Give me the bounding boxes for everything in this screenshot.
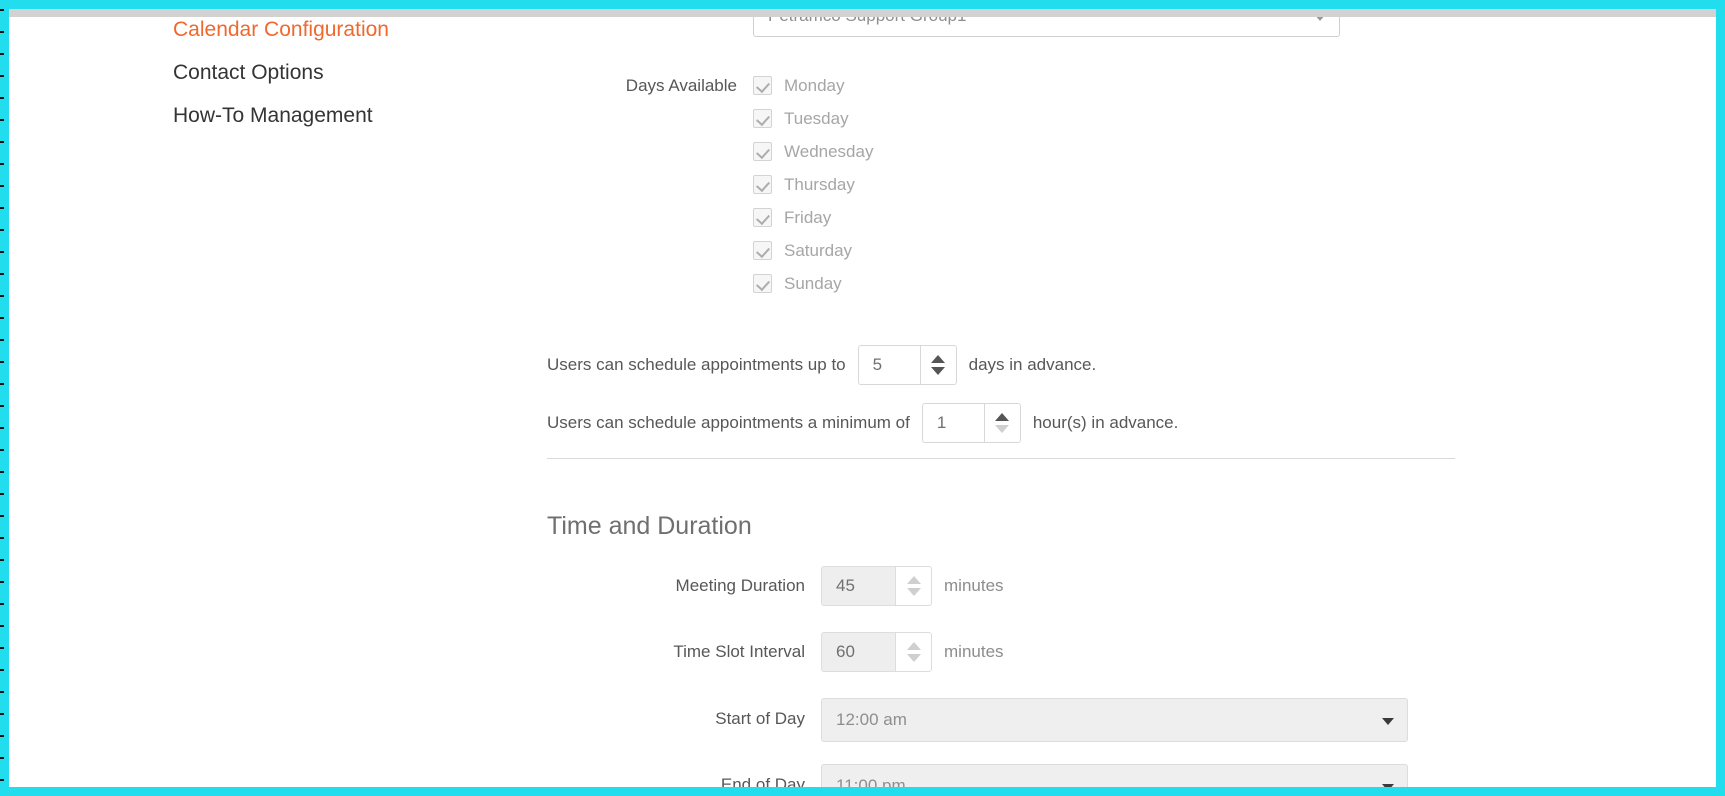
checkbox-label-sunday: Sunday	[784, 273, 842, 293]
minimum-hours-stepper-buttons[interactable]	[983, 403, 1021, 443]
time-slot-interval-input[interactable]: 60	[821, 632, 895, 672]
end-of-day-select[interactable]: 11:00 pm	[821, 764, 1408, 787]
checkbox-tuesday[interactable]	[753, 109, 772, 128]
stepper-down-icon	[995, 425, 1010, 433]
checkbox-row-friday[interactable]: Friday	[753, 201, 873, 234]
stepper-up-icon[interactable]	[906, 576, 921, 584]
meeting-duration-stepper[interactable]: 45	[821, 566, 932, 606]
capture-frame-top	[0, 0, 1725, 9]
days-available-checkbox-group: Monday Tuesday Wednesday Thursday Friday…	[753, 69, 873, 300]
time-slot-interval-unit: minutes	[944, 642, 1004, 661]
stepper-up-icon[interactable]	[906, 642, 921, 650]
checkbox-row-thursday[interactable]: Thursday	[753, 168, 873, 201]
meeting-duration-input[interactable]: 45	[821, 566, 895, 606]
checkbox-row-saturday[interactable]: Saturday	[753, 234, 873, 267]
advance-days-prefix: Users can schedule appointments up to	[547, 355, 846, 374]
checkbox-thursday[interactable]	[753, 175, 772, 194]
checkbox-monday[interactable]	[753, 76, 772, 95]
advance-days-input[interactable]: 5	[857, 345, 920, 385]
screenshot-root: Calendar Configuration Contact Options H…	[0, 0, 1725, 796]
advance-days-stepper[interactable]: 5	[857, 345, 957, 385]
checkbox-row-monday[interactable]: Monday	[753, 69, 873, 102]
advance-days-suffix: days in advance.	[968, 355, 1097, 374]
advance-days-stepper-buttons[interactable]	[919, 345, 957, 385]
checkbox-row-sunday[interactable]: Sunday	[753, 267, 873, 300]
chevron-down-icon	[1314, 17, 1326, 21]
field-end-of-day: End of Day 11:00 pm	[9, 764, 1408, 787]
checkbox-label-tuesday: Tuesday	[784, 108, 849, 128]
top-gray-bar	[9, 9, 1716, 17]
field-minimum-hours: Users can schedule appointments a minimu…	[547, 403, 1178, 443]
field-time-slot-interval: Time Slot Interval 60 minutes	[9, 632, 1004, 672]
field-start-of-day: Start of Day 12:00 am	[9, 698, 1408, 742]
stepper-up-icon[interactable]	[995, 413, 1010, 421]
assigned-group-select[interactable]: Petramco Support Group1	[753, 17, 1340, 37]
meeting-duration-unit: minutes	[944, 576, 1004, 595]
section-divider	[547, 458, 1455, 459]
start-of-day-label: Start of Day	[715, 709, 805, 728]
end-of-day-label: End of Day	[720, 775, 805, 787]
end-of-day-value: 11:00 pm	[836, 776, 906, 787]
section-title-time-and-duration: Time and Duration	[547, 512, 752, 540]
stepper-down-icon[interactable]	[931, 367, 946, 375]
stepper-down-icon[interactable]	[906, 654, 921, 662]
stepper-down-icon[interactable]	[906, 588, 921, 596]
start-of-day-select[interactable]: 12:00 am	[821, 698, 1408, 742]
time-slot-interval-stepper-buttons[interactable]	[895, 632, 932, 672]
capture-frame-right	[1716, 0, 1725, 796]
time-slot-interval-label: Time Slot Interval	[673, 642, 805, 661]
assigned-group-value: Petramco Support Group1	[768, 17, 966, 26]
checkbox-sunday[interactable]	[753, 274, 772, 293]
minimum-hours-input[interactable]: 1	[921, 403, 984, 443]
minimum-hours-stepper[interactable]: 1	[921, 403, 1021, 443]
checkbox-saturday[interactable]	[753, 241, 772, 260]
field-meeting-duration: Meeting Duration 45 minutes	[9, 566, 1004, 606]
minimum-hours-prefix: Users can schedule appointments a minimu…	[547, 413, 910, 432]
minimum-hours-suffix: hour(s) in advance.	[1032, 413, 1179, 432]
field-assigned-group: Assigned Group Petramco Support Group1	[9, 17, 1340, 37]
checkbox-row-tuesday[interactable]: Tuesday	[753, 102, 873, 135]
chevron-down-icon	[1382, 718, 1394, 725]
checkbox-label-friday: Friday	[784, 207, 832, 227]
meeting-duration-label: Meeting Duration	[675, 576, 805, 595]
days-available-label: Days Available	[625, 76, 737, 95]
capture-frame-bottom	[0, 787, 1725, 796]
meeting-duration-stepper-buttons[interactable]	[895, 566, 932, 606]
field-days-available: Days Available Monday Tuesday Wednesday	[9, 69, 873, 300]
checkbox-label-wednesday: Wednesday	[784, 141, 874, 161]
checkbox-row-wednesday[interactable]: Wednesday	[753, 135, 873, 168]
capture-frame-ruler-ticks	[0, 9, 4, 787]
stepper-up-icon[interactable]	[931, 355, 946, 363]
checkbox-label-saturday: Saturday	[784, 240, 853, 260]
field-advance-days: Users can schedule appointments up to 5 …	[547, 345, 1096, 385]
checkbox-wednesday[interactable]	[753, 142, 772, 161]
page-content: Calendar Configuration Contact Options H…	[9, 17, 1716, 787]
start-of-day-value: 12:00 am	[836, 710, 907, 729]
checkbox-label-thursday: Thursday	[784, 174, 855, 194]
time-slot-interval-stepper[interactable]: 60	[821, 632, 932, 672]
checkbox-label-monday: Monday	[784, 75, 845, 95]
checkbox-friday[interactable]	[753, 208, 772, 227]
